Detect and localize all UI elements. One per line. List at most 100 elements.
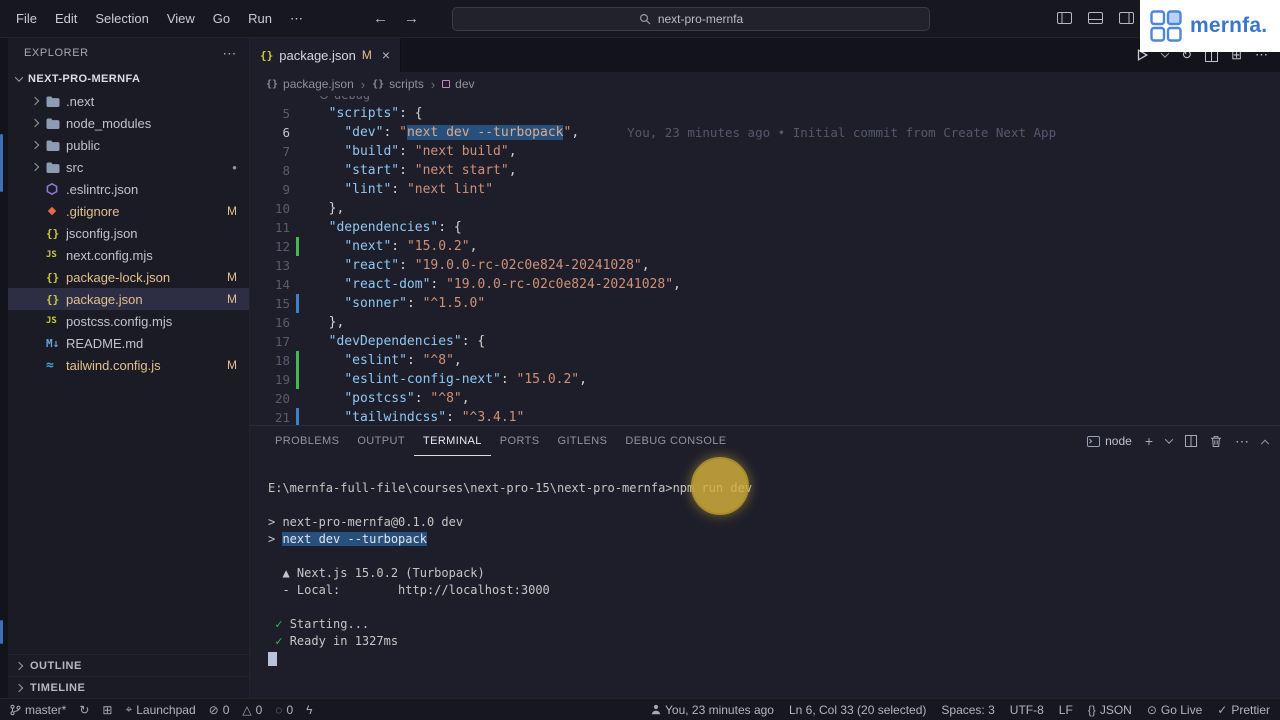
js-icon: JS xyxy=(46,316,57,326)
code-line-18[interactable]: 18 "eslint": "^8", xyxy=(250,351,1280,370)
edge-decoration xyxy=(0,134,3,192)
code-text: }, xyxy=(313,201,345,216)
tab-package-json[interactable]: {} package.json M × xyxy=(250,38,402,72)
code-line-14[interactable]: 14 "react-dom": "19.0.0-rc-02c0e824-2024… xyxy=(250,275,1280,294)
command-center-search[interactable]: next-pro-mernfa xyxy=(452,7,930,31)
status-right-go-live[interactable]: ⊙ Go Live xyxy=(1147,703,1202,717)
gutter-change-indicator xyxy=(296,218,299,237)
code-line-19[interactable]: 19 "eslint-config-next": "15.0.2", xyxy=(250,370,1280,389)
kill-terminal-icon[interactable] xyxy=(1210,435,1222,448)
breadcrumb-scripts[interactable]: {} scripts xyxy=(372,77,424,91)
code-line-16[interactable]: 16 }, xyxy=(250,313,1280,332)
titlebar: File Edit Selection View Go Run ⋯ ← → next-pro… xyxy=(0,0,1280,38)
status-left-0[interactable]: ◌ 0 xyxy=(275,703,293,717)
code-line-13[interactable]: 13 "react": "19.0.0-rc-02c0e824-20241028… xyxy=(250,256,1280,275)
file--eslintrc-json[interactable]: .eslintrc.json xyxy=(8,178,249,200)
panel-tab-debug-console[interactable]: DEBUG CONSOLE xyxy=(616,426,735,456)
code-line-5[interactable]: 5 "scripts": { xyxy=(250,104,1280,123)
file-package-lock-json[interactable]: {} package-lock.json M xyxy=(8,266,249,288)
panel-tab-gitlens[interactable]: GITLENS xyxy=(549,426,617,456)
toggle-sidebar-icon[interactable] xyxy=(1057,12,1072,24)
menu-go[interactable]: Go xyxy=(205,7,238,30)
file-jsconfig-json[interactable]: {} jsconfig.json xyxy=(8,222,249,244)
status-right-json[interactable]: {} JSON xyxy=(1088,703,1132,717)
panel-tab-ports[interactable]: PORTS xyxy=(491,426,549,456)
chevron-right-icon xyxy=(30,140,46,150)
project-root-row[interactable]: NEXT-PRO-MERNFA xyxy=(8,68,249,90)
status-left-launchpad[interactable]: ⌖ Launchpad xyxy=(125,702,195,717)
menu-more-icon[interactable]: ⋯ xyxy=(282,7,311,31)
panel-tab-problems[interactable]: PROBLEMS xyxy=(266,426,348,456)
breadcrumb-dev[interactable]: dev xyxy=(442,77,475,91)
file--next[interactable]: .next xyxy=(8,90,249,112)
code-line-9[interactable]: 9 "lint": "next lint" xyxy=(250,180,1280,199)
file-postcss-config-mjs[interactable]: JS postcss.config.mjs xyxy=(8,310,249,332)
menu-run[interactable]: Run xyxy=(240,7,280,30)
sync-icon: ↻ xyxy=(79,702,90,717)
status-right-utf-8[interactable]: UTF-8 xyxy=(1010,703,1044,717)
status-right-spaces-3[interactable]: Spaces: 3 xyxy=(941,703,994,717)
section-timeline[interactable]: TIMELINE xyxy=(8,676,249,698)
file-tailwind-config-js[interactable]: ≈ tailwind.config.js M xyxy=(8,354,249,376)
file-public[interactable]: public xyxy=(8,134,249,156)
code-line-20[interactable]: 20 "postcss": "^8", xyxy=(250,389,1280,408)
eslint-icon xyxy=(46,183,66,195)
code-line-10[interactable]: 10 }, xyxy=(250,199,1280,218)
explorer-sidebar: EXPLORER ⋯ NEXT-PRO-MERNFA .next node_mod… xyxy=(8,38,250,698)
menu-file[interactable]: File xyxy=(8,7,45,30)
customize-layout-icon[interactable] xyxy=(1119,12,1134,24)
code-line-12[interactable]: 12 "next": "15.0.2", xyxy=(250,237,1280,256)
code-text: }, xyxy=(313,315,345,330)
code-line-21[interactable]: 21 "tailwindcss": "^3.4.1" xyxy=(250,408,1280,425)
new-terminal-icon[interactable]: + xyxy=(1145,433,1153,449)
code-line-11[interactable]: 11 "dependencies": { xyxy=(250,218,1280,237)
status-left-0[interactable]: △ 0 xyxy=(242,703,262,717)
file-src[interactable]: src ● xyxy=(8,156,249,178)
file-node-modules[interactable]: node_modules xyxy=(8,112,249,134)
status-left-0[interactable]: ⊘ 0 xyxy=(209,703,230,717)
status-left-zap[interactable]: ϟ xyxy=(306,703,312,717)
terminal[interactable]: E:\mernfa-full-file\courses\next-pro-15\… xyxy=(250,456,1280,698)
shell-picker[interactable]: node xyxy=(1087,434,1132,448)
explorer-more-icon[interactable]: ⋯ xyxy=(222,45,237,62)
code-editor[interactable]: debug 5 "scripts": {6 "dev": "next dev -… xyxy=(250,96,1280,425)
gutter-change-indicator xyxy=(296,370,299,389)
menu-selection[interactable]: Selection xyxy=(87,7,156,30)
vscode-window: File Edit Selection View Go Run ⋯ ← → next-pro… xyxy=(0,0,1280,720)
code-line-6[interactable]: 6 "dev": "next dev --turbopack", You, 23 … xyxy=(250,123,1280,142)
panel-tab-terminal[interactable]: TERMINAL xyxy=(413,426,491,456)
line-number: 5 xyxy=(282,106,290,121)
code-line-17[interactable]: 17 "devDependencies": { xyxy=(250,332,1280,351)
file-label: .next xyxy=(66,93,95,109)
status-left-layers[interactable]: ⊞ xyxy=(102,703,112,717)
section-outline[interactable]: OUTLINE xyxy=(8,654,249,676)
toggle-panel-icon[interactable] xyxy=(1088,12,1103,24)
forward-icon[interactable]: → xyxy=(404,10,419,27)
status-right-you-23-minutes-ago[interactable]: You, 23 minutes ago xyxy=(651,703,774,717)
split-terminal-icon[interactable] xyxy=(1185,435,1197,447)
tab-close-icon[interactable]: × xyxy=(382,47,390,63)
menubar: File Edit Selection View Go Run ⋯ xyxy=(0,7,311,31)
file-readme-md[interactable]: M↓ README.md xyxy=(8,332,249,354)
panel-more-icon[interactable]: ⋯ xyxy=(1235,433,1249,450)
menu-edit[interactable]: Edit xyxy=(47,7,85,30)
code-line-15[interactable]: 15 "sonner": "^1.5.0" xyxy=(250,294,1280,313)
code-line-8[interactable]: 8 "start": "next start", xyxy=(250,161,1280,180)
file-package-json[interactable]: {} package.json M xyxy=(8,288,249,310)
file-next-config-mjs[interactable]: JS next.config.mjs xyxy=(8,244,249,266)
file--gitignore[interactable]: .gitignore M xyxy=(8,200,249,222)
maximize-panel-icon[interactable] xyxy=(1260,438,1270,449)
breadcrumb-package.json[interactable]: {} package.json xyxy=(266,77,354,91)
status-left-master[interactable]: master* xyxy=(10,703,66,717)
status-right-prettier[interactable]: ✓ Prettier xyxy=(1217,703,1270,717)
line-number: 14 xyxy=(274,277,290,292)
menu-view[interactable]: View xyxy=(159,7,203,30)
panel-tab-output[interactable]: OUTPUT xyxy=(348,426,414,456)
status-right-lf[interactable]: LF xyxy=(1059,703,1073,717)
back-icon[interactable]: ← xyxy=(373,10,388,27)
status-left-sync[interactable]: ↻ xyxy=(79,703,89,717)
run-dropdown-icon[interactable] xyxy=(1160,49,1170,58)
terminal-dropdown-icon[interactable] xyxy=(1164,435,1174,444)
status-right-ln-6-col-33-20-selected[interactable]: Ln 6, Col 33 (20 selected) xyxy=(789,703,926,717)
code-line-7[interactable]: 7 "build": "next build", xyxy=(250,142,1280,161)
